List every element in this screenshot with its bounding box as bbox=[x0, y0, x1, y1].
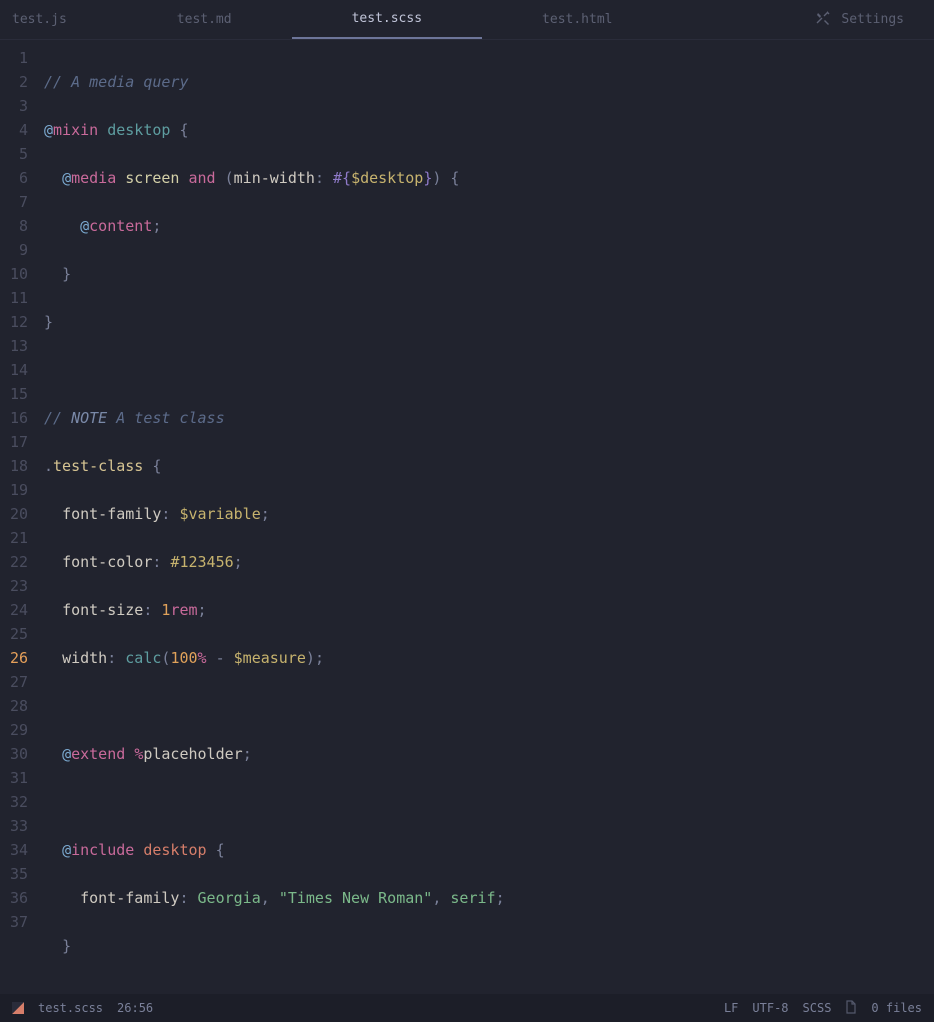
code-token: : bbox=[107, 649, 116, 667]
code-token: calc bbox=[125, 649, 161, 667]
code-token: and bbox=[189, 169, 216, 187]
code-token: } bbox=[423, 169, 432, 187]
code-token: . bbox=[44, 457, 53, 475]
code-token: #123456 bbox=[170, 553, 233, 571]
code-token: @ bbox=[44, 121, 53, 139]
status-language[interactable]: SCSS bbox=[803, 1001, 832, 1015]
code-token: $variable bbox=[179, 505, 260, 523]
status-position[interactable]: 26:56 bbox=[117, 1001, 153, 1015]
code-token: : bbox=[143, 601, 152, 619]
tab-label: test.js bbox=[12, 12, 67, 27]
code-token: : bbox=[315, 169, 324, 187]
code-token: 100 bbox=[170, 649, 197, 667]
code-token: rem bbox=[170, 601, 197, 619]
status-line-ending[interactable]: LF bbox=[724, 1001, 738, 1015]
code-token: width bbox=[62, 649, 107, 667]
code-token: font-size bbox=[62, 601, 143, 619]
code-token: ( bbox=[225, 169, 234, 187]
code-token: // bbox=[44, 409, 62, 427]
code-token: serif bbox=[450, 889, 495, 907]
code-token: include bbox=[71, 841, 134, 859]
tab-test-scss[interactable]: test.scss bbox=[292, 0, 482, 39]
code-token: } bbox=[44, 313, 53, 331]
code-token: ) bbox=[432, 169, 441, 187]
code-token: ; bbox=[152, 217, 161, 235]
code-token: A test class bbox=[107, 409, 224, 427]
code-token: ; bbox=[243, 745, 252, 763]
code-token: ; bbox=[496, 889, 505, 907]
settings-button[interactable]: Settings bbox=[815, 10, 934, 30]
tab-test-md[interactable]: test.md bbox=[117, 0, 292, 39]
editor-area[interactable]: 12345 678910 1112131415 1617181920 21222… bbox=[0, 40, 934, 994]
code-token: ; bbox=[315, 649, 324, 667]
code-token: @ bbox=[62, 841, 71, 859]
code-token: Georgia bbox=[198, 889, 261, 907]
tab-bar: test.js test.md test.scss test.html Sett… bbox=[0, 0, 934, 40]
code-token: @ bbox=[62, 169, 71, 187]
code-token: mixin bbox=[53, 121, 98, 139]
code-token: desktop bbox=[107, 121, 170, 139]
code-token: : bbox=[179, 889, 188, 907]
code-token: , bbox=[432, 889, 441, 907]
tab-label: test.md bbox=[177, 12, 232, 27]
tools-icon bbox=[815, 10, 831, 30]
code-token: ; bbox=[198, 601, 207, 619]
code-token: #{ bbox=[333, 169, 351, 187]
code-token: screen bbox=[125, 169, 179, 187]
code-token: @ bbox=[62, 745, 71, 763]
status-bar: test.scss 26:56 LF UTF-8 SCSS 0 files bbox=[0, 994, 934, 1022]
code-token: { bbox=[450, 169, 459, 187]
code-token: min-width bbox=[234, 169, 315, 187]
status-encoding[interactable]: UTF-8 bbox=[752, 1001, 788, 1015]
code-token: { bbox=[179, 121, 188, 139]
code-token: - bbox=[207, 649, 234, 667]
line-number-gutter: 12345 678910 1112131415 1617181920 21222… bbox=[0, 46, 44, 994]
code-token: "Times New Roman" bbox=[279, 889, 433, 907]
modified-icon bbox=[12, 1002, 24, 1014]
code-token: desktop bbox=[143, 841, 206, 859]
code-token: media bbox=[71, 169, 116, 187]
code-token: { bbox=[152, 457, 161, 475]
code-token: } bbox=[62, 265, 71, 283]
code-content[interactable]: // A media query @mixin desktop { @media… bbox=[44, 46, 934, 994]
code-token: extend bbox=[71, 745, 125, 763]
code-token: , bbox=[261, 889, 270, 907]
code-token: $desktop bbox=[351, 169, 423, 187]
tab-test-html[interactable]: test.html bbox=[482, 0, 672, 39]
code-token: NOTE bbox=[71, 409, 107, 427]
code-token: @ bbox=[80, 217, 89, 235]
code-token: : bbox=[152, 553, 161, 571]
code-token: font-color bbox=[62, 553, 152, 571]
code-token: $measure bbox=[234, 649, 306, 667]
code-token: % bbox=[134, 745, 143, 763]
code-token: content bbox=[89, 217, 152, 235]
tab-test-js[interactable]: test.js bbox=[0, 0, 117, 39]
code-token: test-class bbox=[53, 457, 143, 475]
code-token: % bbox=[198, 649, 207, 667]
code-token: font-family bbox=[80, 889, 179, 907]
code-token: ; bbox=[261, 505, 270, 523]
files-icon bbox=[845, 1000, 857, 1017]
code-token: // A media query bbox=[44, 73, 189, 91]
code-token: { bbox=[216, 841, 225, 859]
code-token: ) bbox=[306, 649, 315, 667]
code-token: placeholder bbox=[143, 745, 242, 763]
code-token: } bbox=[62, 937, 71, 955]
code-token: ; bbox=[234, 553, 243, 571]
tab-label: test.html bbox=[542, 12, 612, 27]
settings-label: Settings bbox=[841, 12, 904, 27]
status-filename[interactable]: test.scss bbox=[38, 1001, 103, 1015]
code-token: : bbox=[161, 505, 170, 523]
status-files[interactable]: 0 files bbox=[871, 1001, 922, 1015]
code-token: font-family bbox=[62, 505, 161, 523]
tab-label: test.scss bbox=[352, 11, 422, 26]
